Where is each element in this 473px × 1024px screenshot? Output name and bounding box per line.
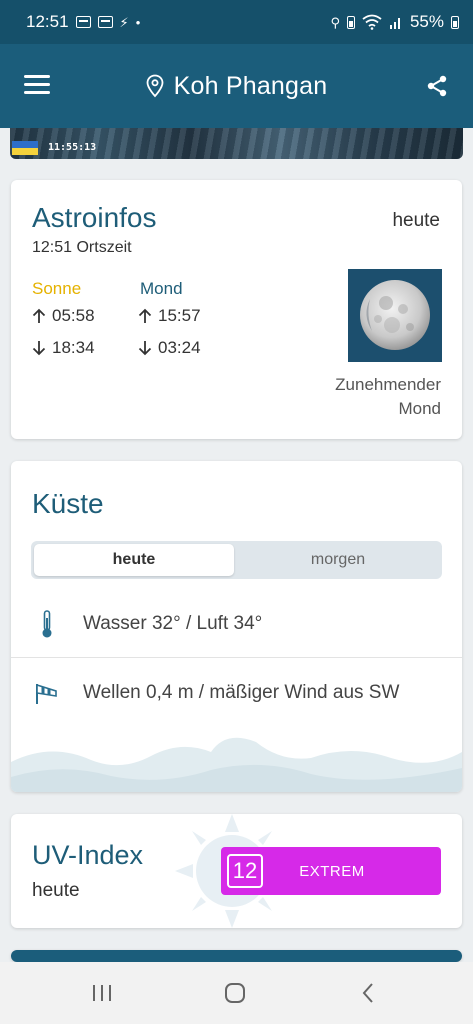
app-bar: Koh Phangan (0, 44, 473, 128)
uv-day: heute (32, 880, 80, 901)
uv-card[interactable]: UV-Index heute 12 EXTREM (11, 814, 462, 928)
webcam-image[interactable]: 11:55:13 (10, 128, 463, 159)
status-right: ⚲ 55% (330, 12, 459, 32)
system-nav-bar (0, 962, 473, 1024)
sunset-time: 18:34 (52, 338, 95, 357)
tab-today[interactable]: heute (34, 544, 234, 576)
page-title: Koh Phangan (173, 71, 328, 100)
battery-saver-icon (346, 15, 355, 29)
arrow-up-icon (138, 308, 152, 323)
sunrise-row: 05:58 (32, 306, 95, 326)
ukraine-flag (12, 141, 38, 155)
uv-title: UV-Index (32, 840, 144, 870)
moonrise-row: 15:57 (138, 306, 201, 326)
wifi-icon (362, 14, 382, 30)
battery-icon (451, 15, 459, 29)
waves-decoration (11, 737, 462, 792)
thermometer-icon (42, 610, 52, 638)
arrow-down-icon (32, 341, 46, 356)
moon-phase-line1: Zunehmender (335, 375, 441, 394)
status-bar: 12:51 ⚡ • ⚲ 55% (0, 0, 473, 44)
menu-icon[interactable] (24, 75, 50, 95)
messenger-icon: ⚡ (119, 14, 129, 30)
coast-title: Küste (32, 488, 104, 519)
local-time: 12:51 Ortszeit (32, 239, 132, 256)
moon-phase-line2: Mond (398, 399, 441, 418)
day-toggle: heute morgen (31, 541, 442, 579)
notification-dot: • (135, 14, 141, 30)
uv-level-badge: 12 EXTREM (221, 847, 441, 895)
moonset-row: 03:24 (138, 338, 201, 358)
arrow-up-icon (32, 308, 46, 323)
location-pin-icon (146, 74, 164, 98)
uv-level-text: EXTREM (299, 862, 365, 880)
webcam-timestamp: 11:55:13 (48, 142, 97, 153)
coast-card: Küste heute morgen Wasser 32° / Luft 34°… (11, 461, 462, 792)
tab-tomorrow[interactable]: morgen (237, 544, 439, 576)
share-icon[interactable] (425, 74, 449, 98)
recents-icon[interactable] (82, 978, 122, 1008)
next-card-peek[interactable] (11, 950, 462, 962)
astro-card[interactable]: Astroinfos 12:51 Ortszeit heute Sonne Mo… (11, 180, 462, 439)
waves-row: Wellen 0,4 m / mäßiger Wind aus SW (11, 658, 462, 728)
waves-text: Wellen 0,4 m / mäßiger Wind aus SW (83, 682, 400, 703)
uv-value: 12 (227, 854, 263, 888)
sunset-row: 18:34 (32, 338, 95, 358)
sun-label: Sonne (32, 279, 82, 298)
moonrise-time: 15:57 (158, 306, 201, 325)
calendar-icon (75, 16, 91, 28)
signal-icon (389, 18, 400, 29)
arrow-down-icon (138, 341, 152, 356)
vpn-key-icon: ⚲ (330, 14, 340, 30)
news-icon (97, 16, 113, 28)
location-title[interactable]: Koh Phangan (146, 72, 328, 101)
temperature-text: Wasser 32° / Luft 34° (83, 613, 263, 634)
sunrise-time: 05:58 (52, 306, 95, 325)
astro-title: Astroinfos (32, 202, 157, 233)
battery-percent: 55% (409, 12, 444, 31)
moon-phase-label: Zunehmender Mond (335, 373, 441, 421)
moonset-time: 03:24 (158, 338, 201, 357)
temperature-row: Wasser 32° / Luft 34° (11, 589, 462, 659)
status-left: 12:51 ⚡ • (26, 12, 140, 32)
home-icon[interactable] (215, 978, 255, 1008)
back-icon[interactable] (348, 978, 388, 1008)
windsock-icon (36, 683, 57, 704)
moon-phase-image (348, 269, 442, 362)
status-time: 12:51 (26, 12, 69, 31)
astro-day: heute (392, 210, 440, 231)
moon-label: Mond (140, 279, 183, 298)
moon-icon (360, 280, 430, 350)
